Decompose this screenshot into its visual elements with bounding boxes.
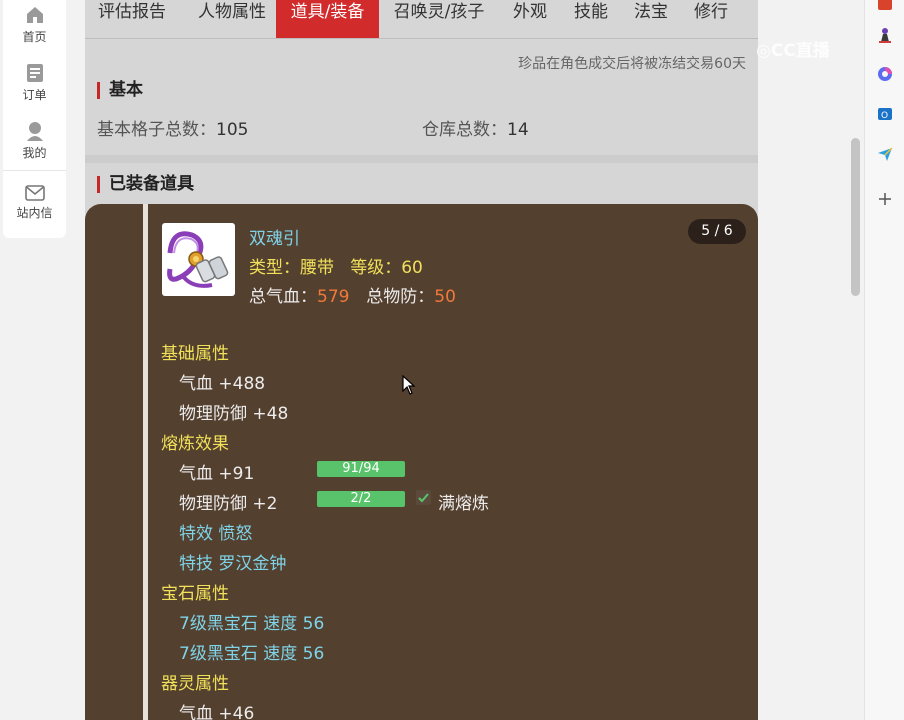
mouse-cursor-icon [402,375,416,395]
tab-items-equipment[interactable]: 道具/装备 [276,0,379,38]
item-name: 双魂引 [249,229,300,249]
gem-1: 7级黑宝石 速度 56 [179,614,325,634]
total-def-value: 50 [434,287,456,307]
page-scrollbar[interactable] [851,138,860,296]
add-icon[interactable] [876,190,894,208]
stream-watermark: ◎CC直播 [756,36,830,61]
nav-home[interactable]: 首页 [3,4,66,45]
copilot-icon[interactable] [876,65,894,83]
basic-slots: 基本格子总数：105 [97,115,248,140]
tab-appearance[interactable]: 外观 [505,0,555,38]
section-basic-title: 基本 [97,82,143,99]
office-icon[interactable] [876,0,894,12]
nav-divider [3,170,66,171]
left-nav: 首页 订单 我的 站内信 [3,0,66,238]
basic-slots-value: 105 [216,120,249,140]
section-equipped-title: 已装备道具 [97,176,194,193]
card-rail [143,204,148,720]
nav-orders[interactable]: 订单 [3,62,66,103]
smelt-title: 熔炼效果 [161,434,229,454]
send-icon[interactable] [876,145,894,163]
item-icon [162,223,235,296]
special-skill: 特技 罗汉金钟 [179,554,287,574]
base-attr-hp: 气血 +488 [179,374,266,394]
full-smelt-status: 满熔炼 [438,494,489,514]
mail-icon [24,185,45,201]
gem-title: 宝石属性 [161,584,229,604]
tab-summons[interactable]: 召唤灵/孩子 [387,0,491,38]
basic-slots-label: 基本格子总数： [97,120,216,140]
tab-bar: 评估报告 人物属性 道具/装备 召唤灵/孩子 外观 技能 法宝 修行 [85,0,758,39]
smelt-def-progress: 2/2 [317,491,405,507]
item-detail-card: 双魂引 5 / 6 类型：腰带 等级：60 总气血：579 总物防：50 基础属… [85,204,758,720]
nav-mine-label: 我的 [22,146,47,160]
warehouse-label: 仓库总数： [422,120,507,140]
warehouse-value: 14 [507,120,529,140]
main-content: 评估报告 人物属性 道具/装备 召唤灵/孩子 外观 技能 法宝 修行 珍品在角色… [85,0,758,720]
total-hp-value: 579 [317,287,350,307]
base-attr-title: 基础属性 [161,344,229,364]
nav-messages[interactable]: 站内信 [3,184,66,221]
tab-cultivation[interactable]: 修行 [686,0,736,38]
tab-treasure[interactable]: 法宝 [626,0,676,38]
chess-icon[interactable] [876,26,894,44]
watermark-text: CC直播 [770,41,830,61]
order-icon [26,64,43,82]
nav-mine[interactable]: 我的 [3,120,66,161]
item-page-badge: 5 / 6 [688,219,746,244]
tab-skills[interactable]: 技能 [566,0,616,38]
trade-freeze-notice: 珍品在角色成交后将被冻结交易60天 [518,56,746,72]
gem-2: 7级黑宝石 速度 56 [179,644,325,664]
smelt-hp: 气血 +91 [179,464,255,484]
total-def-label: 总物防： [366,287,435,307]
belt-icon [167,231,229,288]
user-icon [26,122,43,141]
nav-messages-label: 站内信 [16,206,53,220]
tab-evaluation[interactable]: 评估报告 [89,0,175,38]
nav-orders-label: 订单 [22,88,47,102]
watermark-logo-icon: ◎ [756,41,771,61]
spirit-title: 器灵属性 [161,674,229,694]
full-smelt-check-icon [416,490,431,505]
total-hp-label: 总气血： [249,287,317,307]
smelt-hp-progress: 91/94 [317,461,405,477]
nav-home-label: 首页 [22,30,47,44]
base-attr-def: 物理防御 +48 [179,404,289,424]
browser-side-panel: O [864,0,904,720]
item-type-level: 类型：腰带 等级：60 [249,258,423,278]
outlook-icon[interactable]: O [876,105,894,123]
section-divider [85,155,758,163]
svg-text:O: O [881,111,888,121]
special-effect: 特效 愤怒 [179,524,253,544]
smelt-def: 物理防御 +2 [179,494,278,514]
warehouse-count: 仓库总数：14 [422,115,529,140]
item-totals: 总气血：579 总物防：50 [249,282,456,307]
tab-character[interactable]: 人物属性 [189,0,275,38]
spirit-hp: 气血 +46 [179,704,255,720]
home-icon [26,7,43,23]
